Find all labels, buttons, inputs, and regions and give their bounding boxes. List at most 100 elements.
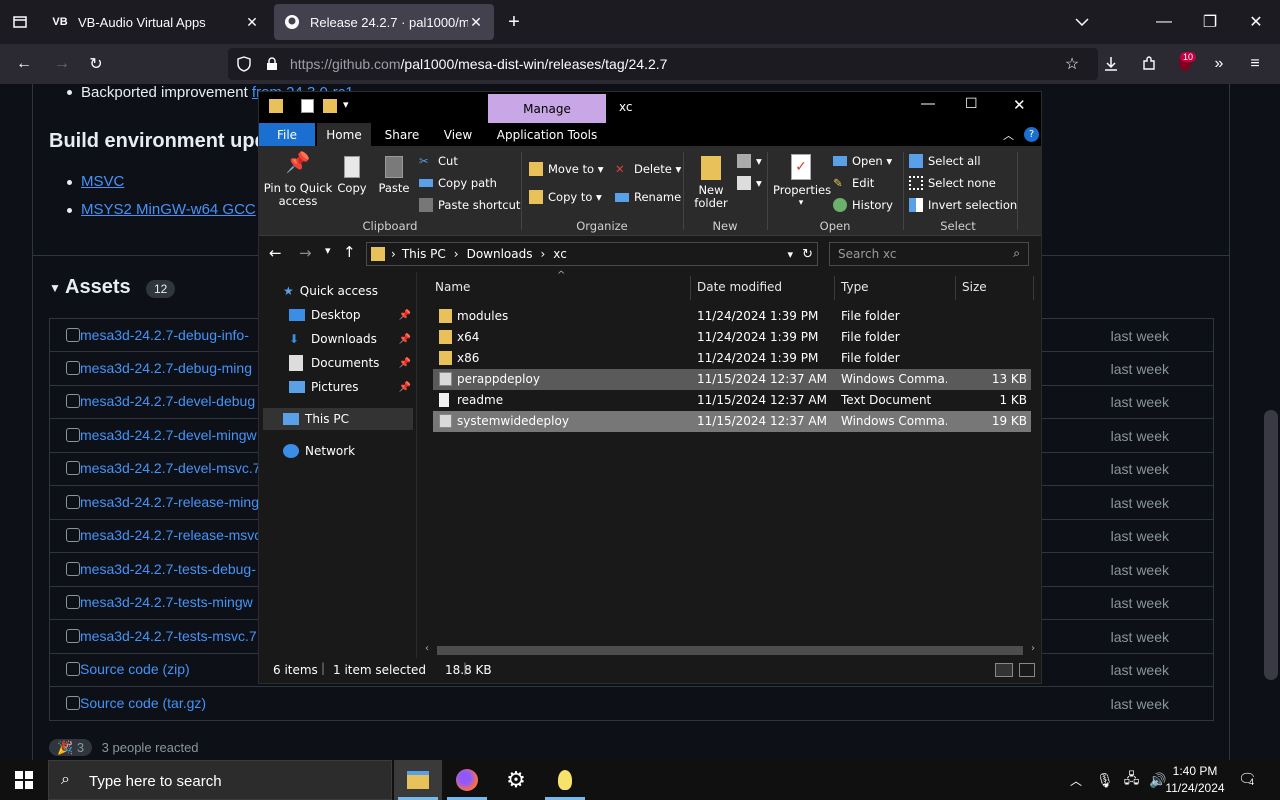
explorer-title-bar[interactable]: ▾ Manage xc ― ☐ ✕ (259, 92, 1041, 123)
nav-pictures[interactable]: Pictures 📌 (289, 376, 411, 398)
cut-button[interactable]: ✂ Cut (419, 154, 458, 168)
delete-button[interactable]: ✕ Delete ▾ (615, 162, 681, 176)
file-row[interactable]: readme 11/15/2024 12:37 AM Text Document 1 … (433, 390, 1031, 411)
recent-locations-icon[interactable]: ▾ (325, 244, 331, 257)
asset-name-link[interactable]: mesa3d-24.2.7-release-msvc (80, 527, 261, 543)
rename-button[interactable]: Rename (615, 190, 681, 204)
back-icon[interactable]: ← (12, 54, 36, 74)
taskbar-file-explorer[interactable] (394, 760, 442, 800)
lock-icon[interactable] (262, 54, 282, 74)
asset-name-link[interactable]: mesa3d-24.2.7-devel-msvc.7 (80, 460, 261, 476)
taskbar-firefox[interactable] (443, 760, 491, 800)
close-icon[interactable]: ✕ (244, 14, 260, 31)
up-arrow-icon[interactable]: ↑ (343, 243, 356, 261)
nav-desktop[interactable]: Desktop 📌 (289, 304, 411, 326)
shield-icon[interactable] (234, 54, 254, 74)
reactions-bar[interactable]: 🎉 3 3 people reacted (49, 739, 199, 756)
asset-name-link[interactable]: mesa3d-24.2.7-tests-debug- (80, 561, 256, 577)
breadcrumb-downloads[interactable]: Downloads (467, 247, 533, 261)
menu-hamburger-icon[interactable]: ≡ (1244, 54, 1266, 74)
restore-icon[interactable]: ❐ (1200, 12, 1220, 32)
browser-tab-vb-audio[interactable]: VB VB-Audio Virtual Apps ✕ (42, 4, 270, 40)
horizontal-scrollbar[interactable]: ‹ › (423, 643, 1037, 658)
asset-name-link[interactable]: mesa3d-24.2.7-debug-info- (80, 327, 249, 343)
manage-tab[interactable]: Manage (488, 94, 606, 123)
file-row[interactable]: perappdeploy 11/15/2024 12:37 AM Windows C… (433, 369, 1031, 390)
details-view-icon[interactable] (995, 663, 1013, 677)
new-folder-quick-icon[interactable] (323, 99, 337, 113)
taskbar-search-input[interactable]: ⌕ Type here to search (48, 760, 392, 800)
column-divider[interactable] (1033, 276, 1034, 300)
column-header-name[interactable]: Name (435, 280, 470, 294)
asset-name-link[interactable]: mesa3d-24.2.7-devel-mingw (80, 427, 257, 443)
file-row[interactable]: modules 11/24/2024 1:39 PM File folder (433, 306, 1031, 327)
url-field[interactable]: https://github.com/pal1000/mesa-dist-win… (228, 48, 1098, 80)
tab-file[interactable]: File (259, 123, 315, 146)
horizontal-scrollbar-thumb[interactable] (437, 646, 1023, 655)
customize-quick-access-icon[interactable]: ▾ (343, 98, 349, 111)
tab-share[interactable]: Share (375, 123, 429, 146)
minimize-icon[interactable]: ― (1154, 12, 1174, 32)
easy-access-button[interactable]: ▾ (737, 176, 762, 190)
scroll-right-icon[interactable]: › (1031, 643, 1035, 654)
address-dropdown-icon[interactable]: ▾ (787, 248, 793, 261)
start-button[interactable] (0, 760, 48, 800)
list-all-tabs-icon[interactable] (1070, 12, 1094, 32)
large-icons-view-icon[interactable] (1019, 663, 1035, 677)
network-icon[interactable]: 🖧 (1124, 768, 1140, 792)
scroll-left-icon[interactable]: ‹ (425, 643, 429, 654)
select-all-button[interactable]: Select all (909, 154, 981, 168)
asset-name-link[interactable]: mesa3d-24.2.7-release-ming (80, 494, 259, 510)
file-row[interactable]: x64 11/24/2024 1:39 PM File folder (433, 327, 1031, 348)
close-window-icon[interactable]: ✕ (1246, 12, 1266, 32)
copy-to-button[interactable]: Copy to ▾ (529, 190, 602, 204)
pin-to-quick-access-button[interactable]: 📌 Pin to Quick access (263, 152, 333, 208)
close-icon[interactable]: ✕ (468, 14, 484, 31)
tab-home[interactable]: Home (317, 123, 371, 146)
assets-title[interactable]: Assets (65, 276, 131, 299)
column-header-size[interactable]: Size (962, 280, 987, 294)
bookmark-star-icon[interactable]: ☆ (1062, 54, 1082, 74)
copy-path-button[interactable]: Copy path (419, 176, 497, 190)
taskbar-settings[interactable]: ⚙ (492, 760, 540, 800)
select-none-button[interactable]: Select none (909, 176, 996, 190)
search-input[interactable]: Search xc ⌕ (829, 242, 1029, 266)
column-divider[interactable] (955, 276, 956, 300)
close-icon[interactable]: ✕ (1013, 96, 1026, 114)
file-row[interactable]: systemwidedeploy 11/15/2024 12:37 AM Windo… (433, 411, 1031, 432)
msys2-link[interactable]: MSYS2 MinGW-w64 GCC (81, 201, 256, 218)
paste-shortcut-button[interactable]: Paste shortcut (419, 198, 520, 212)
properties-button[interactable]: ✓ Properties ▾ (773, 154, 831, 210)
history-button[interactable]: History (833, 198, 893, 212)
paste-button[interactable]: Paste (377, 156, 411, 195)
show-hidden-icons-icon[interactable]: ︿ (1070, 772, 1082, 789)
refresh-icon[interactable]: ↻ (802, 247, 813, 262)
address-bar[interactable]: › This PC › Downloads › xc ▾ ↻ (366, 242, 818, 266)
nav-quick-access[interactable]: ★ Quick access (283, 280, 378, 302)
pin-icon[interactable]: 📌 (399, 382, 411, 393)
forward-icon[interactable]: → (299, 244, 312, 262)
reaction-pill[interactable]: 🎉 3 (49, 739, 93, 756)
taskbar-clock[interactable]: 1:40 PM 11/24/2024 (1160, 763, 1230, 797)
collapse-ribbon-icon[interactable]: ︿ (1003, 127, 1014, 143)
minimize-icon[interactable]: ― (921, 96, 935, 112)
tab-overview-icon[interactable] (8, 12, 32, 32)
asset-name-link[interactable]: Source code (zip) (80, 661, 190, 677)
nav-this-pc[interactable]: This PC (263, 408, 413, 430)
open-button[interactable]: Open ▾ (833, 154, 892, 168)
asset-name-link[interactable]: mesa3d-24.2.7-tests-msvc.7 (80, 628, 257, 644)
column-header-type[interactable]: Type (841, 280, 869, 294)
asset-name-link[interactable]: mesa3d-24.2.7-devel-debug (80, 393, 255, 409)
properties-quick-icon[interactable] (301, 99, 314, 113)
pin-icon[interactable]: 📌 (399, 310, 411, 321)
column-divider[interactable] (834, 276, 835, 300)
nav-documents[interactable]: Documents 📌 (289, 352, 411, 374)
nav-network[interactable]: Network (283, 440, 355, 462)
new-tab-icon[interactable]: + (504, 11, 524, 33)
invert-selection-button[interactable]: Invert selection (909, 198, 1017, 212)
new-item-button[interactable]: ▾ (737, 154, 762, 168)
extensions-puzzle-icon[interactable] (1138, 54, 1160, 74)
microphone-icon[interactable]: 🎙 (1096, 772, 1114, 789)
maximize-icon[interactable]: ☐ (965, 96, 978, 112)
asset-name-link[interactable]: mesa3d-24.2.7-debug-ming (80, 360, 252, 376)
